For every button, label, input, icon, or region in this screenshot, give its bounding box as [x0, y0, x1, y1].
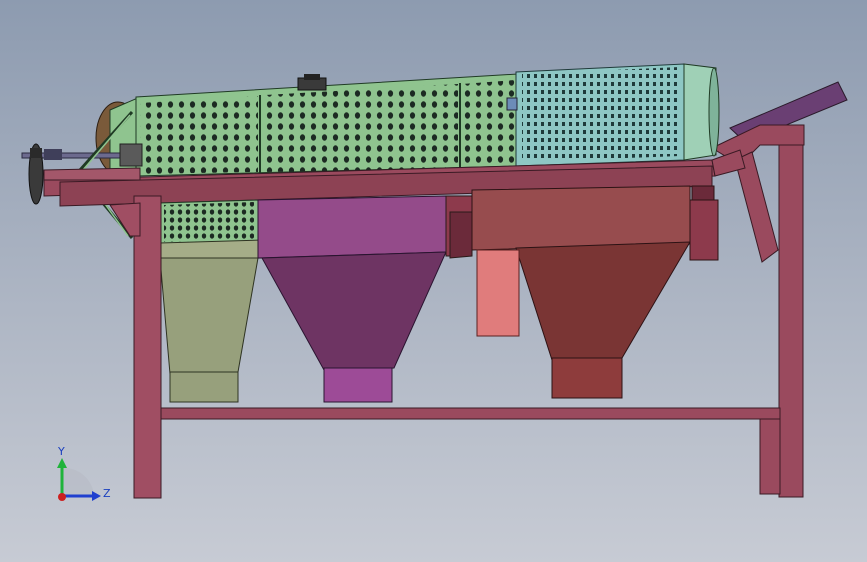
hopper-2: [257, 195, 447, 403]
hopper-3: [471, 185, 719, 399]
y-axis-label: Y: [57, 445, 65, 458]
z-axis-label: Z: [103, 487, 111, 500]
z-arrow-head-icon: [92, 491, 101, 501]
frame-front-legs: [109, 195, 162, 499]
hopper-1: [159, 239, 263, 403]
axis-triad[interactable]: Y Z: [57, 445, 111, 501]
model-scene[interactable]: Y Z: [0, 0, 867, 562]
cad-viewport[interactable]: Y Z: [0, 0, 867, 562]
screening-drum: [95, 63, 720, 177]
y-arrow-head-icon: [57, 458, 67, 468]
origin-dot: [58, 493, 66, 501]
middle-bracket: [445, 195, 473, 259]
lower-screen: [159, 199, 259, 246]
